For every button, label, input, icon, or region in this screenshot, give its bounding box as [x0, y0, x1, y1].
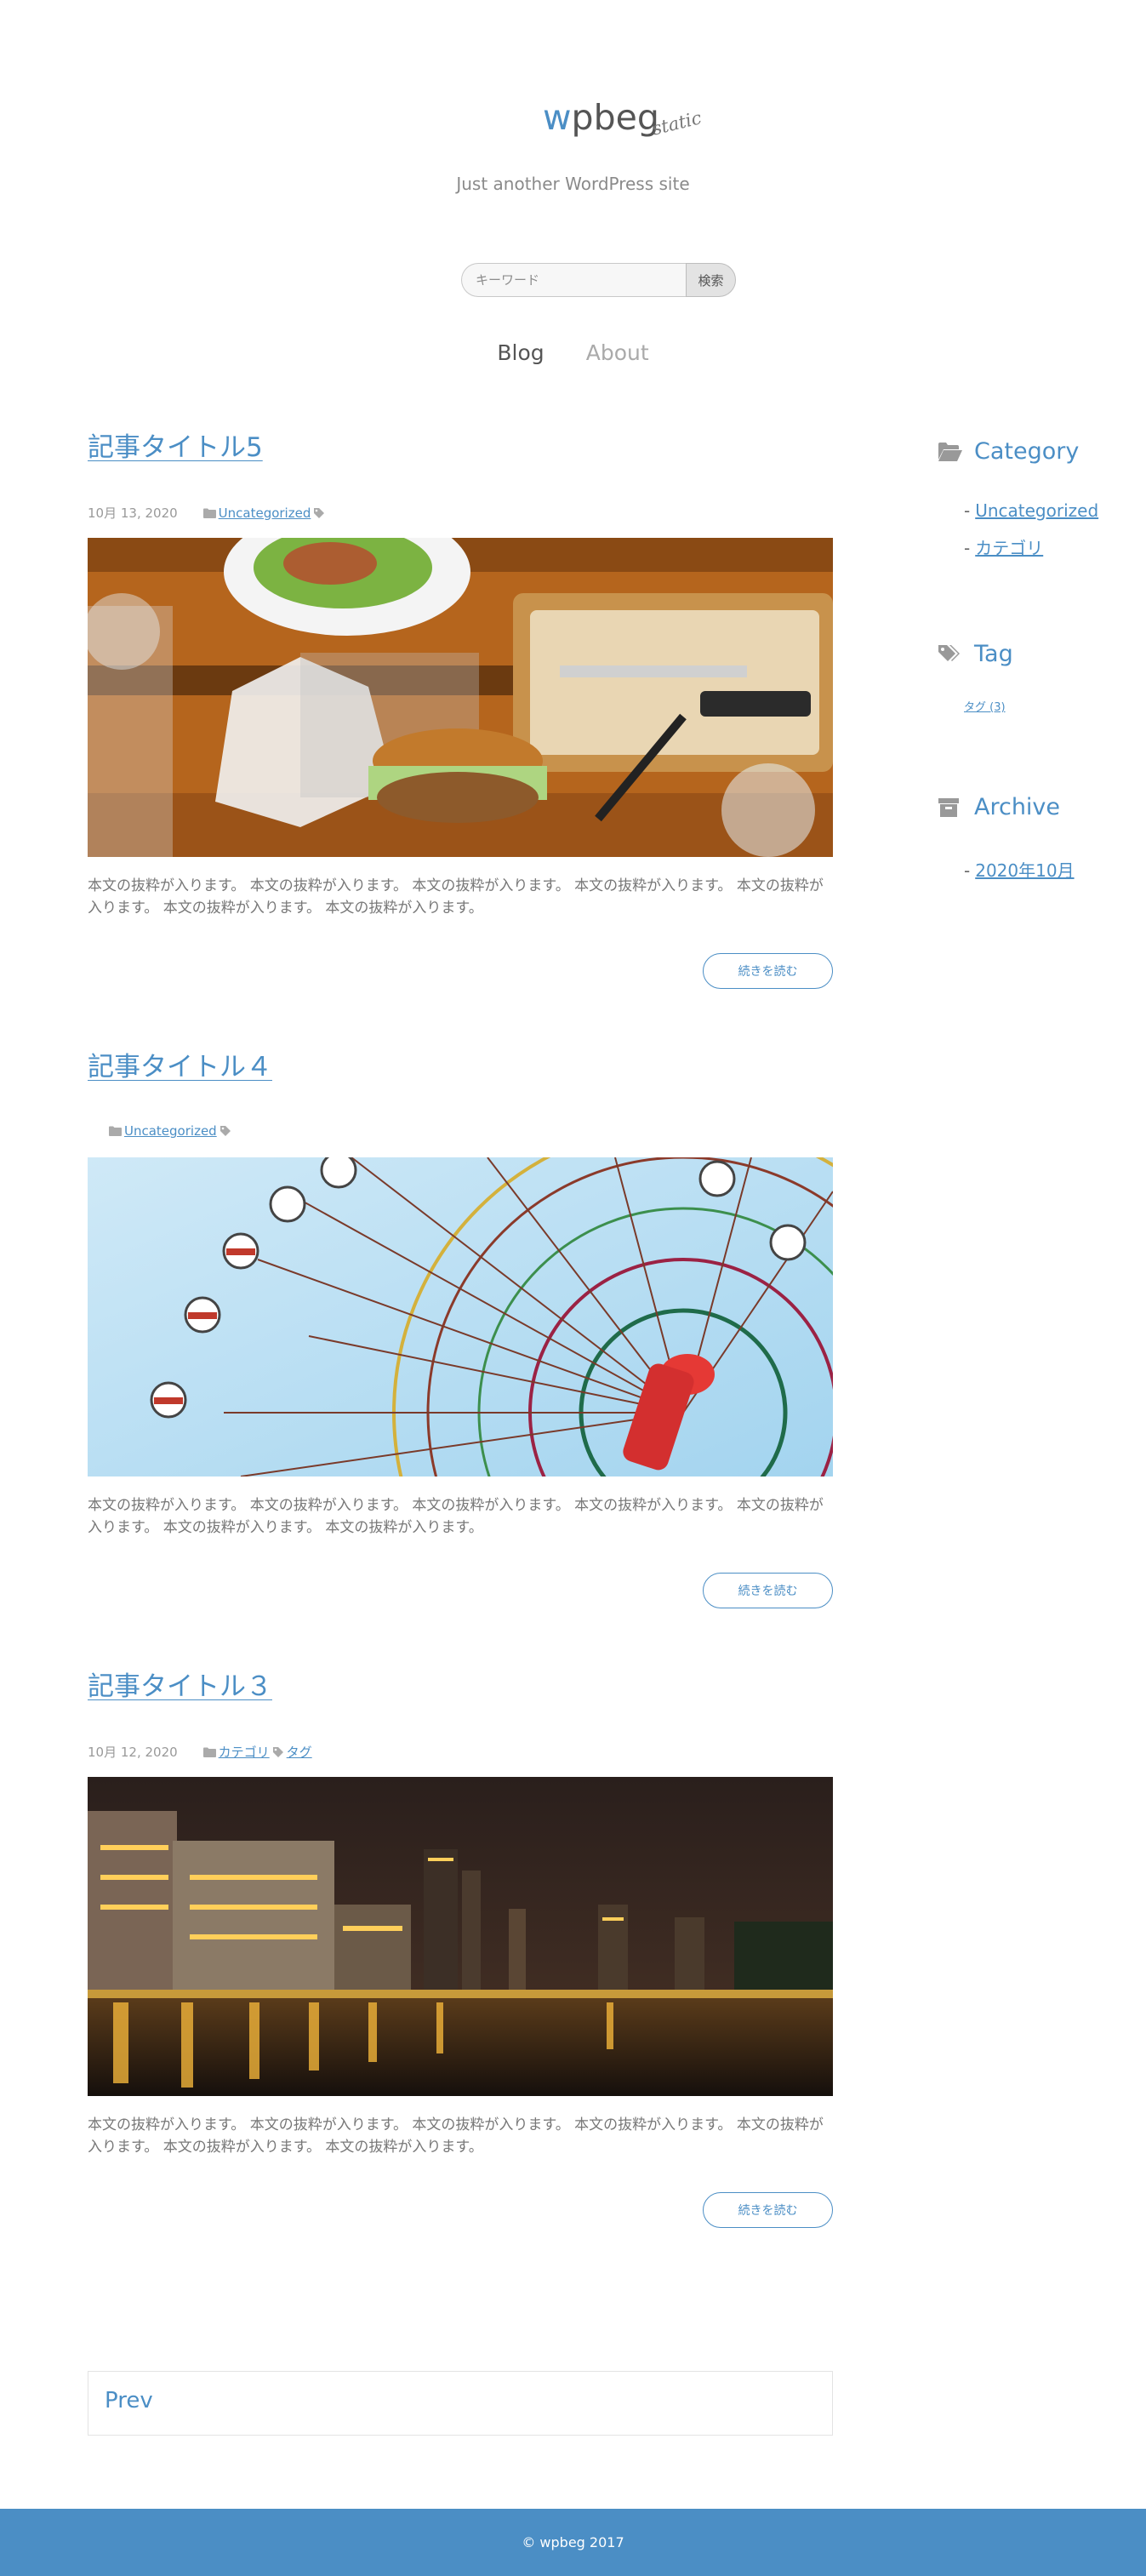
post-thumbnail-ferris-wheel[interactable] — [88, 1157, 833, 1476]
tag-cloud: タグ (3) — [964, 698, 1006, 714]
tags-icon — [938, 644, 962, 665]
list-item: - Uncategorized — [964, 500, 1099, 521]
site-footer: © wpbeg 2017 — [0, 2509, 1146, 2576]
tag-icon — [272, 1746, 283, 1757]
post-excerpt: 本文の抜粋が入ります。 本文の抜粋が入ります。 本文の抜粋が入ります。 本文の抜… — [88, 877, 824, 917]
post-card: 記事タイトル5 10月 13, 2020 Uncategorized 本文の抜粋… — [88, 432, 833, 989]
archive-list: -2020年10月 — [964, 857, 1075, 895]
post-meta: 10月 12, 2020 カテゴリ タグ — [88, 1743, 312, 1761]
read-more-button[interactable]: 続きを読む — [703, 1573, 833, 1608]
folder-icon — [202, 508, 216, 518]
post-categories: Uncategorized — [202, 505, 326, 521]
tag-link[interactable]: タグ (3) — [964, 701, 1006, 714]
folder-icon — [202, 1747, 216, 1757]
widget-title-category: Category — [938, 438, 1079, 465]
post-categories: Uncategorized — [109, 1123, 231, 1139]
post-title[interactable]: 記事タイトル４ — [88, 1052, 272, 1083]
pagination: Prev — [88, 2371, 833, 2436]
search-button[interactable]: 検索 — [686, 263, 736, 297]
category-link[interactable]: カテゴリ — [975, 538, 1043, 558]
tag-link[interactable]: タグ — [287, 1743, 312, 1761]
category-link[interactable]: Uncategorized — [124, 1123, 217, 1139]
search-form: 検索 — [461, 263, 736, 297]
category-link[interactable]: カテゴリ — [219, 1743, 270, 1761]
prev-page-link[interactable]: Prev — [105, 2388, 153, 2413]
post-categories: カテゴリ タグ — [202, 1743, 312, 1761]
folder-open-icon — [938, 442, 962, 462]
post-card: 記事タイトル４ Uncategorized 本文の抜粋が入ります。 本文の抜粋が… — [88, 1052, 833, 1608]
category-link[interactable]: Uncategorized — [975, 500, 1098, 521]
post-meta: 10月 13, 2020 Uncategorized — [88, 504, 325, 522]
site-tagline: Just another WordPress site — [456, 174, 690, 194]
post-title[interactable]: 記事タイトル３ — [88, 1671, 272, 1703]
post-date: 10月 13, 2020 — [88, 505, 178, 521]
site-logo[interactable]: wpbeg — [543, 100, 659, 135]
widget-title-archive: Archive — [938, 794, 1060, 820]
category-list: - Uncategorized - カテゴリ — [964, 500, 1098, 573]
post-excerpt: 本文の抜粋が入ります。 本文の抜粋が入ります。 本文の抜粋が入ります。 本文の抜… — [88, 2116, 824, 2156]
post-card: 記事タイトル３ 10月 12, 2020 カテゴリ タグ 本文の抜粋が入ります。… — [88, 1671, 833, 2228]
nav-item-blog[interactable]: Blog — [497, 340, 544, 365]
read-more-button[interactable]: 続きを読む — [703, 953, 833, 989]
search-input[interactable] — [461, 263, 686, 297]
post-excerpt: 本文の抜粋が入ります。 本文の抜粋が入ります。 本文の抜粋が入ります。 本文の抜… — [88, 1497, 824, 1536]
main-nav: Blog About — [0, 340, 1146, 365]
archive-icon — [938, 797, 962, 818]
post-meta: Uncategorized — [109, 1123, 231, 1139]
post-date: 10月 12, 2020 — [88, 1745, 178, 1760]
tag-icon — [220, 1126, 231, 1136]
read-more-button[interactable]: 続きを読む — [703, 2192, 833, 2228]
list-item: -2020年10月 — [964, 860, 1075, 881]
post-thumbnail-burger[interactable] — [88, 538, 833, 857]
post-thumbnail-night-city[interactable] — [88, 1777, 833, 2096]
list-item: - カテゴリ — [964, 538, 1044, 558]
site-header: wpbeg static Just another WordPress site… — [0, 0, 1146, 408]
post-title[interactable]: 記事タイトル5 — [88, 432, 263, 464]
category-link[interactable]: Uncategorized — [219, 505, 311, 521]
tag-icon — [314, 507, 325, 518]
folder-icon — [109, 1126, 122, 1136]
widget-title-tag: Tag — [938, 641, 1013, 667]
archive-link[interactable]: 2020年10月 — [975, 860, 1074, 881]
nav-item-about[interactable]: About — [586, 340, 649, 365]
